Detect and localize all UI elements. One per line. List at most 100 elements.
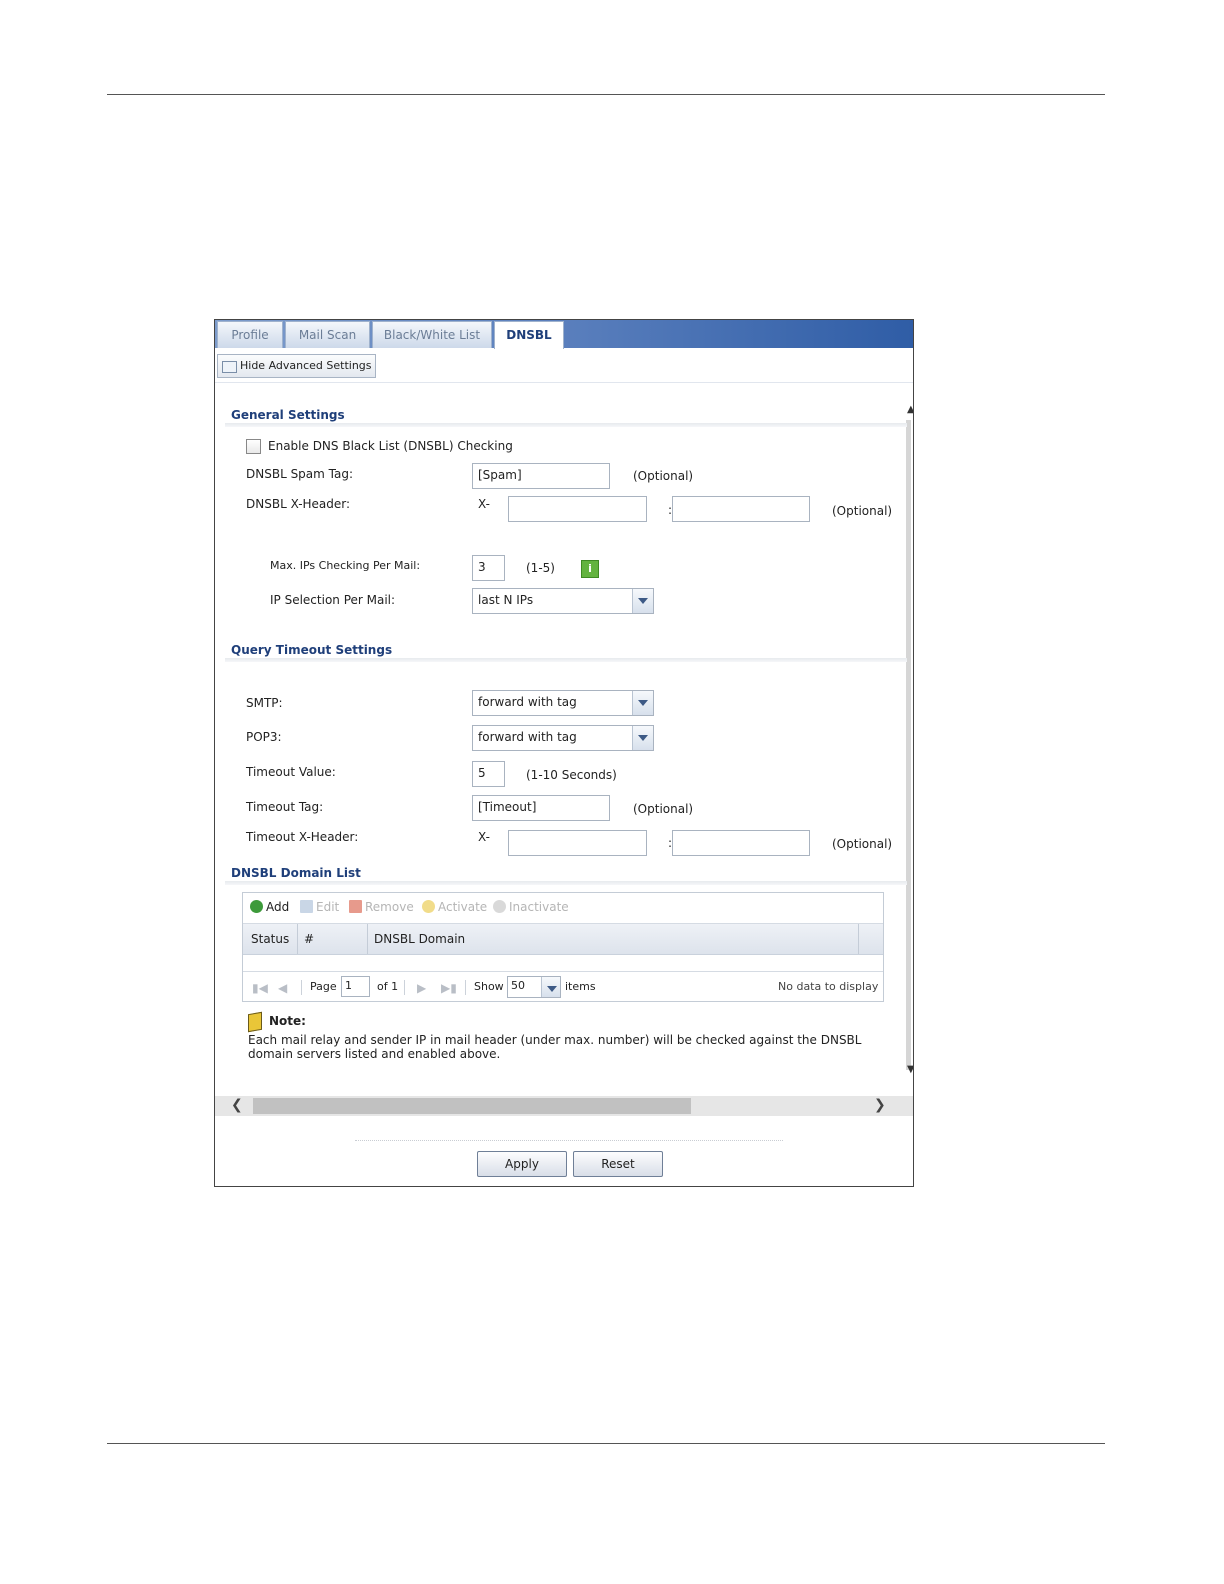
horizontal-scroll-thumb[interactable] xyxy=(253,1098,691,1114)
note-icon xyxy=(248,1011,262,1033)
chevron-down-icon[interactable] xyxy=(541,977,560,997)
items-label: items xyxy=(565,980,596,993)
column-dnsbl-domain[interactable]: DNSBL Domain xyxy=(374,932,465,946)
column-number[interactable]: # xyxy=(304,932,314,946)
general-settings-divider xyxy=(225,423,907,427)
ip-selection-label: IP Selection Per Mail: xyxy=(270,593,396,607)
query-timeout-settings-title: Query Timeout Settings xyxy=(231,643,393,657)
empty-table-message: No data to display xyxy=(778,980,879,993)
column-divider[interactable] xyxy=(858,924,859,954)
column-divider[interactable] xyxy=(367,924,368,954)
max-ips-input[interactable]: 3 xyxy=(472,555,505,581)
note-text: Each mail relay and sender IP in mail he… xyxy=(248,1033,862,1061)
pager-separator xyxy=(404,980,405,995)
pager-separator xyxy=(301,980,302,995)
activate-button[interactable]: Activate xyxy=(422,900,487,914)
edit-button[interactable]: Edit xyxy=(300,900,339,914)
scroll-left-arrow-icon[interactable]: ❮ xyxy=(231,1097,243,1113)
remove-label: Remove xyxy=(365,900,414,914)
page-number-input[interactable]: 1 xyxy=(341,976,370,997)
timeout-xheader-prefix: X- xyxy=(478,830,490,844)
spam-tag-input[interactable]: [Spam] xyxy=(472,463,610,489)
tab-black-white-list[interactable]: Black/White List xyxy=(372,321,492,348)
column-status[interactable]: Status xyxy=(251,932,289,946)
add-button[interactable]: Add xyxy=(250,900,289,914)
timeout-xheader-label: Timeout X-Header: xyxy=(246,830,359,844)
scroll-up-arrow-icon[interactable]: ▲ xyxy=(907,404,913,415)
timeout-tag-label: Timeout Tag: xyxy=(246,800,324,814)
general-settings-title: General Settings xyxy=(231,408,345,422)
pop3-action-value: forward with tag xyxy=(478,730,577,744)
dnsbl-domain-table: Add Edit Remove Activate Inactivate Stat… xyxy=(242,892,884,1002)
trash-icon xyxy=(349,900,362,913)
dnsbl-xheader-prefix: X- xyxy=(478,497,490,511)
next-page-icon[interactable]: ▶ xyxy=(417,981,426,995)
enable-dnsbl-label: Enable DNS Black List (DNSBL) Checking xyxy=(268,439,513,453)
toolbar-divider xyxy=(215,382,913,383)
hide-advanced-settings-label: Hide Advanced Settings xyxy=(240,359,372,372)
scroll-right-arrow-icon[interactable]: ❯ xyxy=(874,1097,886,1113)
dnsbl-xheader-name-input[interactable] xyxy=(508,496,647,522)
smtp-label: SMTP: xyxy=(246,696,283,710)
pagination-bar: ▮◀ ◀ Page 1 of 1 ▶ ▶▮ Show 50 items No d… xyxy=(243,971,883,1002)
pop3-action-select[interactable]: forward with tag xyxy=(472,725,654,751)
info-icon[interactable]: i xyxy=(581,560,599,578)
ip-selection-value: last N IPs xyxy=(478,593,534,607)
timeout-xheader-name-input[interactable] xyxy=(508,830,647,856)
vertical-scrollbar[interactable] xyxy=(906,420,911,1070)
reset-button[interactable]: Reset xyxy=(573,1151,663,1177)
domain-list-divider xyxy=(225,881,907,885)
scroll-down-arrow-icon[interactable]: ▼ xyxy=(907,1064,913,1075)
horizontal-scrollbar[interactable]: ❮ ❯ xyxy=(215,1096,913,1116)
dnsbl-xheader-value-input[interactable] xyxy=(672,496,810,522)
last-page-icon[interactable]: ▶▮ xyxy=(441,981,457,995)
inactivate-button[interactable]: Inactivate xyxy=(493,900,569,914)
timeout-xheader-value-input[interactable] xyxy=(672,830,810,856)
timeout-value-hint: (1-10 Seconds) xyxy=(526,768,617,782)
page-bottom-rule xyxy=(107,1443,1105,1444)
pager-separator xyxy=(465,980,466,995)
dnsbl-domain-list-title: DNSBL Domain List xyxy=(231,866,361,880)
spam-tag-hint: (Optional) xyxy=(633,469,694,483)
page-size-select[interactable]: 50 xyxy=(507,976,561,998)
tab-mail-scan[interactable]: Mail Scan xyxy=(285,321,370,348)
tab-bar: Profile Mail Scan Black/White List DNSBL xyxy=(215,320,913,349)
column-divider[interactable] xyxy=(297,924,298,954)
spam-tag-label: DNSBL Spam Tag: xyxy=(246,467,354,481)
timeout-tag-input[interactable]: [Timeout] xyxy=(472,795,610,821)
edit-label: Edit xyxy=(316,900,340,914)
first-page-icon[interactable]: ▮◀ xyxy=(252,981,268,995)
edit-icon xyxy=(300,900,313,913)
chevron-down-icon[interactable] xyxy=(632,691,653,715)
timeout-xheader-hint: (Optional) xyxy=(832,837,893,851)
tab-dnsbl[interactable]: DNSBL xyxy=(494,321,564,349)
timeout-value-input[interactable]: 5 xyxy=(472,761,505,787)
ip-selection-select[interactable]: last N IPs xyxy=(472,588,654,614)
hide-advanced-settings-button[interactable]: Hide Advanced Settings xyxy=(217,354,376,378)
pop3-label: POP3: xyxy=(246,730,282,744)
previous-page-icon[interactable]: ◀ xyxy=(278,981,287,995)
note-title: Note: xyxy=(269,1014,306,1028)
timeout-value-label: Timeout Value: xyxy=(246,765,336,779)
lightbulb-off-icon xyxy=(493,900,506,913)
add-icon xyxy=(250,900,263,913)
max-ips-hint: (1-5) xyxy=(526,561,555,575)
dnsbl-xheader-label: DNSBL X-Header: xyxy=(246,497,351,511)
add-label: Add xyxy=(266,900,290,914)
activate-label: Activate xyxy=(438,900,488,914)
enable-dnsbl-checkbox[interactable] xyxy=(246,439,261,454)
apply-button[interactable]: Apply xyxy=(477,1151,567,1177)
dnsbl-window: Profile Mail Scan Black/White List DNSBL… xyxy=(214,319,914,1187)
chevron-down-icon[interactable] xyxy=(632,589,653,613)
page-size-value: 50 xyxy=(511,979,525,992)
smtp-action-select[interactable]: forward with tag xyxy=(472,690,654,716)
domain-table-header: Status # DNSBL Domain xyxy=(243,924,883,955)
settings-list-icon xyxy=(222,361,237,373)
inactivate-label: Inactivate xyxy=(509,900,569,914)
button-divider xyxy=(355,1140,783,1141)
max-ips-label: Max. IPs Checking Per Mail: xyxy=(270,559,421,572)
tab-profile[interactable]: Profile xyxy=(217,321,283,348)
chevron-down-icon[interactable] xyxy=(632,726,653,750)
timeout-tag-hint: (Optional) xyxy=(633,802,694,816)
remove-button[interactable]: Remove xyxy=(349,900,414,914)
